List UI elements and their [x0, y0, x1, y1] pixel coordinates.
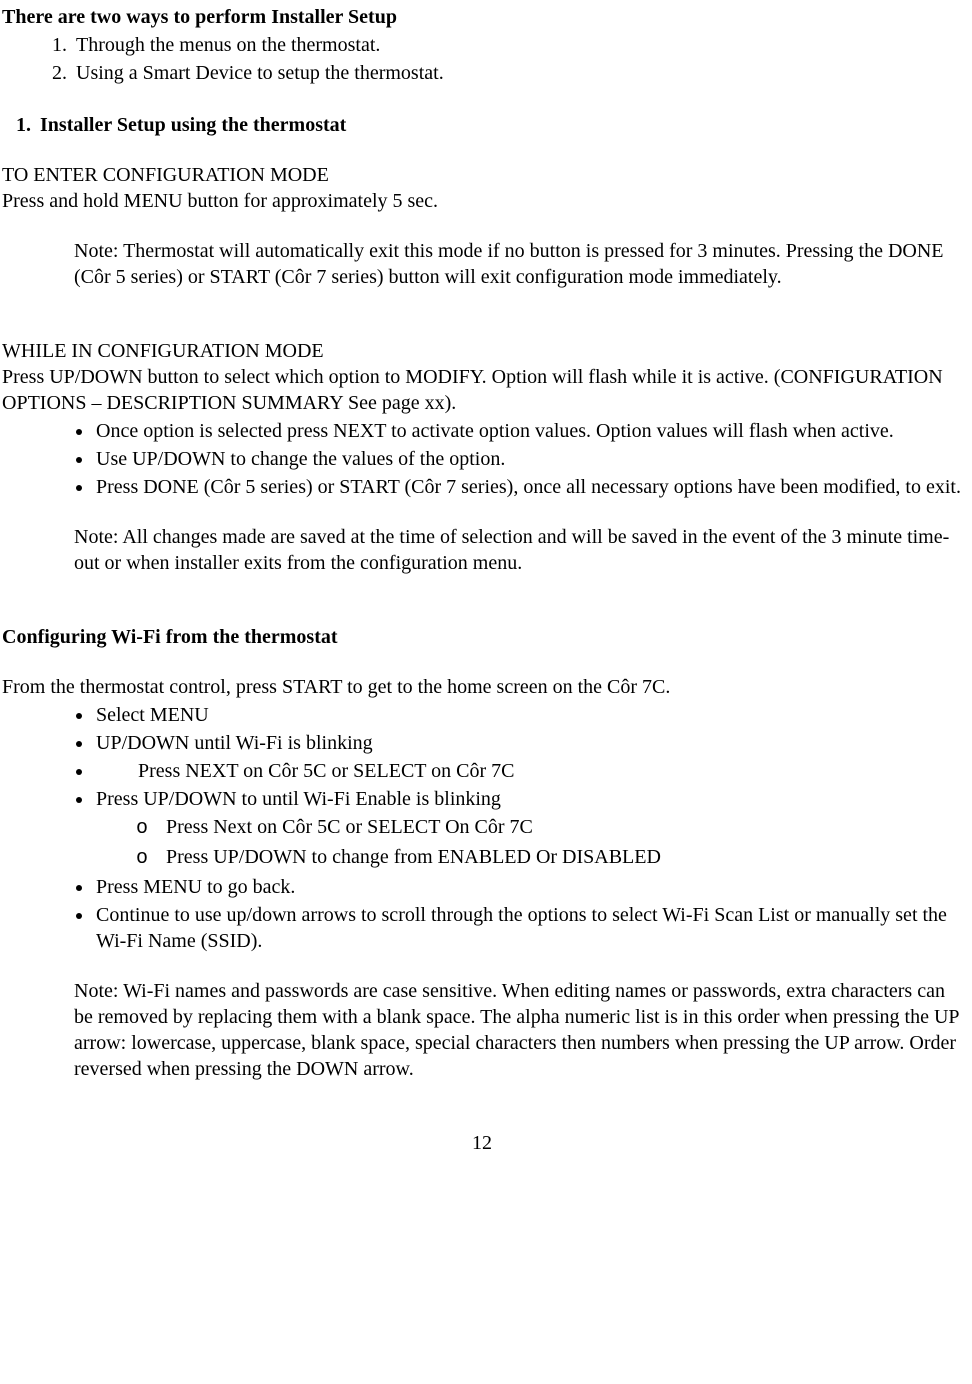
- page-number: 12: [2, 1130, 962, 1156]
- wifi-sub-2-text: Press UP/DOWN to change from ENABLED Or …: [166, 846, 661, 868]
- wifi-bullets: Select MENU UP/DOWN until Wi-Fi is blink…: [2, 702, 962, 954]
- wifi-bullet-3: Press NEXT on Côr 5C or SELECT on Côr 7C: [94, 758, 962, 784]
- ways-item-2: Using a Smart Device to setup the thermo…: [72, 60, 962, 86]
- wifi-intro: From the thermostat control, press START…: [2, 674, 962, 700]
- wifi-bullet-4-text: Press UP/DOWN to until Wi-Fi Enable is b…: [96, 788, 501, 810]
- section-1-title: Installer Setup using the thermostat: [36, 112, 962, 138]
- wifi-bullet-4: Press UP/DOWN to until Wi-Fi Enable is b…: [94, 786, 962, 872]
- config-bullet-2: Use UP/DOWN to change the values of the …: [94, 446, 962, 472]
- config-enter-body: Press and hold MENU button for approxima…: [2, 188, 962, 214]
- config-while-body: Press UP/DOWN button to select which opt…: [2, 364, 962, 416]
- wifi-bullet-5: Press MENU to go back.: [94, 874, 962, 900]
- section-list: Installer Setup using the thermostat: [2, 112, 962, 138]
- config-bullets: Once option is selected press NEXT to ac…: [2, 418, 962, 500]
- config-enter-title: TO ENTER CONFIGURATION MODE: [2, 162, 962, 188]
- wifi-sub-1-text: Press Next on Côr 5C or SELECT On Côr 7C: [166, 816, 533, 838]
- wifi-bullet-1: Select MENU: [94, 702, 962, 728]
- wifi-sub-1: Press Next on Côr 5C or SELECT On Côr 7C: [96, 814, 962, 842]
- ways-list: Through the menus on the thermostat. Usi…: [2, 32, 962, 86]
- wifi-bullet-3-text: Press NEXT on Côr 5C or SELECT on Côr 7C: [96, 760, 515, 782]
- wifi-sub-bullets: Press Next on Côr 5C or SELECT On Côr 7C…: [96, 814, 962, 872]
- config-bullet-3: Press DONE (Côr 5 series) or START (Côr …: [94, 474, 962, 500]
- wifi-bullet-6: Continue to use up/down arrows to scroll…: [94, 902, 962, 954]
- note-3: Note: Wi-Fi names and passwords are case…: [2, 978, 962, 1082]
- wifi-sub-2: Press UP/DOWN to change from ENABLED Or …: [96, 844, 962, 872]
- wifi-heading: Configuring Wi-Fi from the thermostat: [2, 624, 962, 650]
- config-while-title: WHILE IN CONFIGURATION MODE: [2, 338, 962, 364]
- wifi-bullet-2: UP/DOWN until Wi-Fi is blinking: [94, 730, 962, 756]
- note-2: Note: All changes made are saved at the …: [2, 524, 962, 576]
- config-bullet-1: Once option is selected press NEXT to ac…: [94, 418, 962, 444]
- note-1: Note: Thermostat will automatically exit…: [2, 238, 962, 290]
- ways-item-1: Through the menus on the thermostat.: [72, 32, 962, 58]
- heading-ways: There are two ways to perform Installer …: [2, 4, 962, 30]
